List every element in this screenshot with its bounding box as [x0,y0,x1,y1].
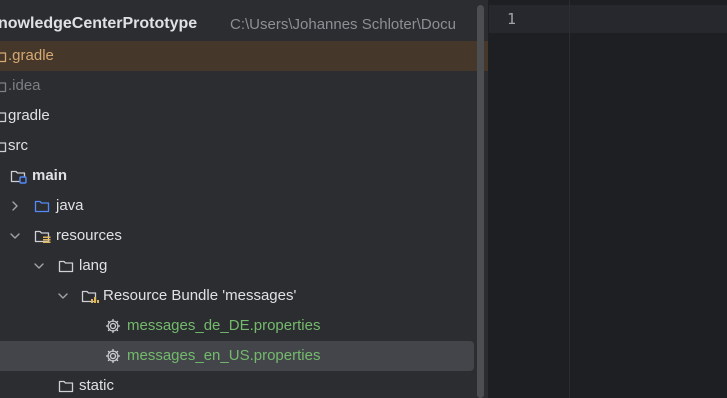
module-folder-icon [9,167,27,185]
tree-item-idea[interactable]: .idea [0,71,476,101]
folder-icon [0,47,8,65]
tree-item-src[interactable]: src [0,131,476,161]
folder-icon [0,77,8,95]
tree-item-label: .idea [8,77,41,94]
tree-item-resource-bundle[interactable]: Resource Bundle 'messages' [0,281,476,311]
tree-item-java[interactable]: java [0,191,476,221]
chevron-down-icon[interactable] [57,290,69,302]
editor-area[interactable]: 1 [489,0,727,398]
tree-scrollbar[interactable] [477,5,484,398]
project-name: nowledgeCenterPrototype [0,15,198,32]
chevron-down-icon[interactable] [9,230,21,242]
tree-item-main[interactable]: main [0,161,476,191]
tree-item-label: messages_en_US.properties [127,347,321,364]
project-path: C:\Users\Johannes Schloter\Docu [230,16,456,33]
chevron-right-icon[interactable] [9,200,21,212]
tree-item-gradle[interactable]: gradle [0,101,476,131]
gear-icon [104,317,122,335]
tree-item-dot-gradle[interactable]: .gradle [0,41,488,71]
tree-item-label: src [8,137,28,154]
line-number: 1 [507,10,517,28]
source-folder-icon [33,197,51,215]
tree-item-label: Resource Bundle 'messages' [103,287,297,304]
folder-icon [57,257,75,275]
tree-item-label: static [79,377,115,394]
tree-item-label: java [56,197,84,214]
tree-item-label: resources [56,227,122,244]
tree-item-resources[interactable]: resources [0,221,476,251]
folder-icon [57,377,75,395]
tree-item-messages-de[interactable]: messages_de_DE.properties [0,311,476,341]
tree-item-label: messages_de_DE.properties [127,317,321,334]
tree-item-label: .gradle [8,47,54,64]
project-tree-panel: nowledgeCenterPrototype C:\Users\Johanne… [0,0,488,398]
editor-gutter [489,0,570,398]
chevron-down-icon[interactable] [33,260,45,272]
tree-item-label: main [32,167,68,184]
folder-icon [0,107,8,125]
tree-item-label: lang [79,257,108,274]
gear-icon [104,347,122,365]
tree-item-messages-en[interactable]: messages_en_US.properties [0,341,474,371]
tree-item-lang[interactable]: lang [0,251,476,281]
ide-window: nowledgeCenterPrototype C:\Users\Johanne… [0,0,727,398]
tree-item-label: gradle [8,107,50,124]
resources-folder-icon [33,227,51,245]
tree-item-static[interactable]: static [0,371,476,398]
tree-item-project-root[interactable]: nowledgeCenterPrototype C:\Users\Johanne… [0,10,476,40]
folder-icon [0,137,8,155]
resource-bundle-icon [80,287,99,305]
